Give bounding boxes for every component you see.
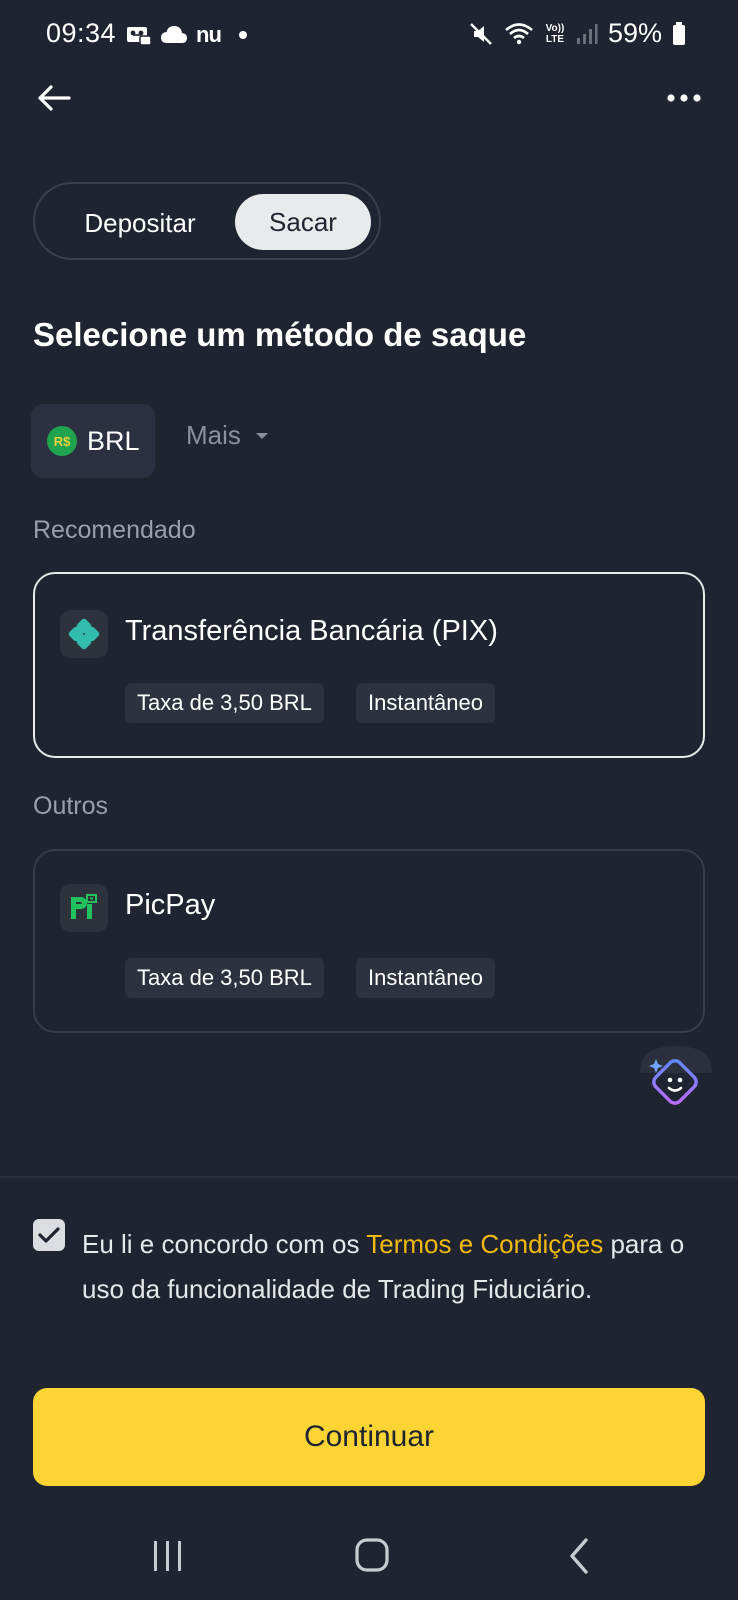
more-currencies-dropdown[interactable]: Mais xyxy=(186,420,269,451)
currency-chip-brl[interactable]: R$ BRL xyxy=(31,404,155,478)
fee-tag: Taxa de 3,50 BRL xyxy=(125,958,324,998)
terms-prefix: Eu li e concordo com os xyxy=(82,1229,367,1259)
speed-tag: Instantâneo xyxy=(356,683,495,723)
status-right: Vo)) LTE 59% xyxy=(468,18,686,49)
terms-text: Eu li e concordo com os Termos e Condiçõ… xyxy=(82,1222,702,1312)
checkmark-icon xyxy=(38,1227,60,1243)
section-label-recommended: Recomendado xyxy=(33,516,196,544)
continue-button[interactable]: Continuar xyxy=(33,1388,705,1486)
nav-back-icon[interactable] xyxy=(562,1537,598,1575)
status-left-icons: nu xyxy=(126,22,247,48)
battery-icon xyxy=(673,21,685,45)
terms-checkbox[interactable] xyxy=(33,1219,65,1251)
page-title: Selecione um método de saque xyxy=(33,316,527,353)
more-dots-icon xyxy=(667,94,701,102)
cloud-icon xyxy=(161,26,187,43)
assistant-button[interactable] xyxy=(640,1043,712,1115)
picpay-icon xyxy=(60,884,108,932)
home-icon[interactable] xyxy=(354,1537,390,1573)
method-name: PicPay xyxy=(125,889,216,921)
assistant-face-icon xyxy=(640,1046,712,1105)
section-label-others: Outros xyxy=(33,792,109,820)
brl-currency-icon: R$ xyxy=(47,426,77,456)
divider xyxy=(0,1176,738,1178)
arrow-left-icon xyxy=(38,85,71,111)
wifi-icon xyxy=(505,22,533,44)
method-card-picpay[interactable] xyxy=(33,849,705,1033)
recent-apps-icon[interactable] xyxy=(148,1538,188,1574)
status-time: 09:34 xyxy=(46,18,117,48)
fee-tag: Taxa de 3,50 BRL xyxy=(125,683,324,723)
more-currencies-label: Mais xyxy=(186,420,241,450)
voicemail-icon xyxy=(127,27,152,46)
more-options-button[interactable] xyxy=(664,78,704,118)
method-name: Transferência Bancária (PIX) xyxy=(125,615,498,647)
terms-link[interactable]: Termos e Condições xyxy=(366,1229,603,1259)
dot-icon xyxy=(238,31,247,39)
pix-icon xyxy=(60,610,108,658)
mute-icon xyxy=(470,22,492,45)
nu-icon: nu xyxy=(196,22,222,47)
currency-label: BRL xyxy=(87,425,140,456)
caret-down-icon xyxy=(255,432,268,439)
back-button[interactable] xyxy=(34,78,74,118)
tab-deposit[interactable]: Depositar xyxy=(45,196,235,250)
battery-percent: 59% xyxy=(607,18,662,48)
speed-tag: Instantâneo xyxy=(356,958,495,998)
signal-icon xyxy=(576,23,598,44)
method-card-pix[interactable] xyxy=(33,572,705,758)
volte-icon: Vo)) LTE xyxy=(545,22,565,45)
tab-withdraw[interactable]: Sacar xyxy=(235,194,371,250)
